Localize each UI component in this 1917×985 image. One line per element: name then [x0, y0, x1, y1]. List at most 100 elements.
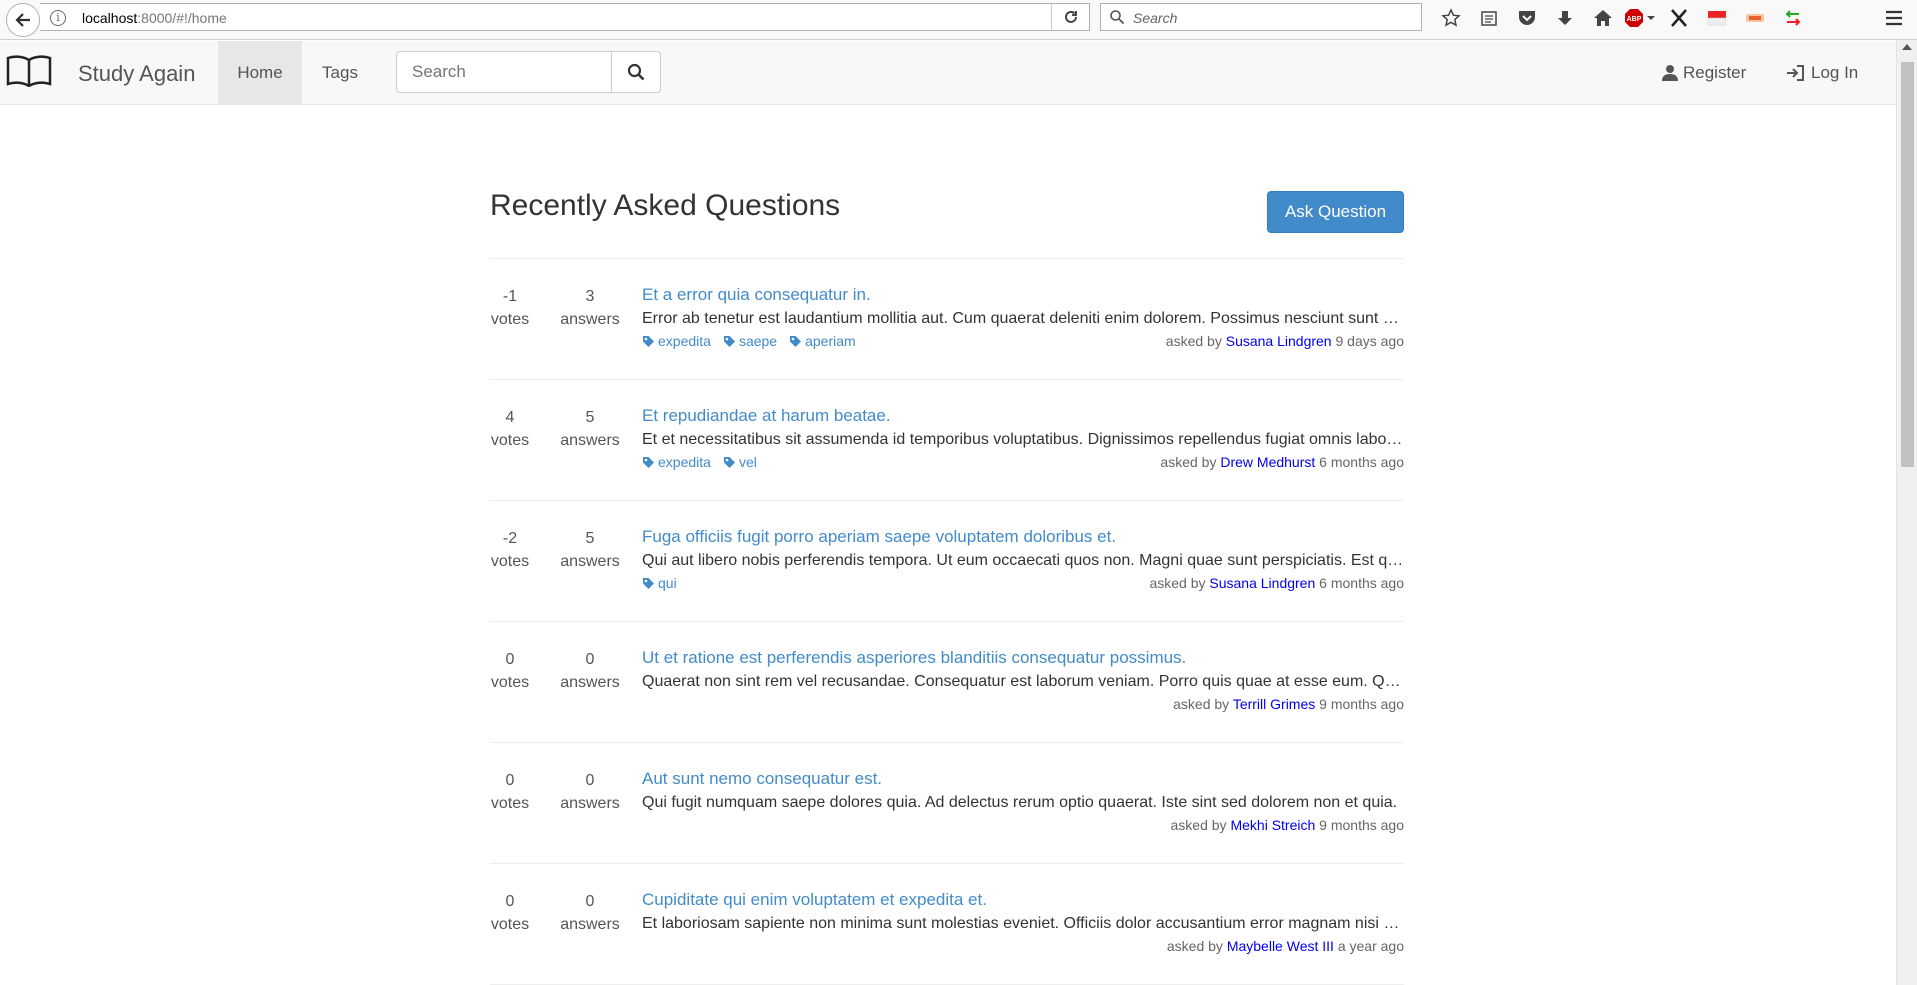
browser-search-input[interactable]: Search	[1100, 3, 1422, 31]
vertical-scrollbar[interactable]	[1896, 40, 1917, 985]
arrows-swap-icon	[1785, 10, 1801, 26]
asked-by-label: asked by	[1165, 333, 1226, 349]
star-icon	[1441, 8, 1461, 27]
answer-count: 0 answers	[550, 769, 630, 815]
browser-toolbar-icons: ABP	[1432, 4, 1812, 32]
tag-link[interactable]: expedita	[642, 333, 711, 349]
tag-icon	[643, 577, 654, 589]
tag-icon	[643, 456, 654, 468]
browser-menu-button[interactable]	[1879, 4, 1909, 32]
answer-count: 3 answers	[550, 285, 630, 331]
vote-number: 0	[505, 651, 515, 668]
asked-by-label: asked by	[1173, 696, 1233, 712]
adblock-button[interactable]: ABP	[1622, 4, 1660, 32]
asked-by: asked by Susana Lindgren 6 months ago	[1149, 575, 1404, 591]
back-button[interactable]	[6, 3, 40, 37]
question-meta: qui asked by Susana Lindgren 6 months ago	[642, 575, 1404, 595]
brand-link[interactable]: Study Again	[78, 61, 195, 87]
login-label: Log In	[1811, 62, 1859, 82]
question-excerpt: Et laboriosam sapiente non minima sunt m…	[642, 915, 1404, 932]
vote-count: 4 votes	[490, 406, 530, 452]
answer-number: 0	[585, 651, 595, 668]
nav-register[interactable]: Register	[1662, 41, 1746, 104]
tag-label: aperiam	[805, 333, 856, 349]
vote-count: 0 votes	[490, 890, 530, 936]
vote-count: -1 votes	[490, 285, 530, 331]
question-meta: expedita vel asked by Drew Medhurst 6 mont…	[642, 454, 1404, 474]
question-meta: expedita saepe aperiam asked by Susana Lind…	[642, 333, 1404, 353]
register-label: Register	[1683, 62, 1747, 82]
question-row: 0 votes 0 answers Aut sunt nemo consequatur …	[490, 743, 1404, 864]
answer-label: answers	[560, 553, 620, 570]
info-icon[interactable]: i	[50, 10, 66, 26]
tag-link[interactable]: qui	[642, 575, 677, 591]
answer-number: 0	[585, 893, 595, 910]
vote-label: votes	[490, 432, 530, 449]
download-icon	[1558, 11, 1572, 25]
tag-link[interactable]: saepe	[723, 333, 777, 349]
asked-by-label: asked by	[1170, 817, 1231, 833]
flag-icon	[1707, 11, 1727, 26]
tag-list: expedita vel	[642, 454, 757, 470]
reading-list-button[interactable]	[1470, 4, 1508, 32]
flag-extension-button[interactable]	[1698, 4, 1736, 32]
user-link[interactable]: Terrill Grimes	[1233, 696, 1315, 712]
answer-count: 5 answers	[550, 406, 630, 452]
question-row: 0 votes 0 answers Cupiditate qui enim volupt…	[490, 864, 1404, 985]
tag-link[interactable]: vel	[723, 454, 757, 470]
user-link[interactable]: Drew Medhurst	[1220, 454, 1315, 470]
answer-count: 0 answers	[550, 890, 630, 936]
scroll-thumb[interactable]	[1901, 62, 1914, 467]
asked-by-label: asked by	[1160, 454, 1221, 470]
answer-number: 5	[585, 409, 595, 426]
reload-button[interactable]	[1051, 4, 1089, 30]
user-link[interactable]: Susana Lindgren	[1226, 333, 1332, 349]
search-button[interactable]	[611, 51, 661, 93]
question-excerpt: Qui aut libero nobis perferendis tempora…	[642, 552, 1404, 569]
tag-link[interactable]: aperiam	[789, 333, 856, 349]
tag-icon	[723, 335, 735, 347]
tag-list: expedita saepe aperiam	[642, 333, 856, 349]
question-row: -2 votes 5 answers Fuga officiis fugit porro…	[490, 501, 1404, 622]
user-link[interactable]: Susana Lindgren	[1209, 575, 1315, 591]
extension-button[interactable]	[1736, 4, 1774, 32]
extension-icon	[1746, 14, 1764, 22]
tag-icon	[643, 335, 654, 347]
ask-question-button[interactable]: Ask Question	[1267, 191, 1404, 233]
vote-label: votes	[490, 795, 530, 812]
pocket-button[interactable]	[1508, 4, 1546, 32]
downloads-button[interactable]	[1546, 4, 1584, 32]
nav-login[interactable]: Log In	[1786, 41, 1858, 104]
question-excerpt: Quaerat non sint rem vel recusandae. Con…	[642, 673, 1404, 690]
x-extension-button[interactable]	[1660, 4, 1698, 32]
vote-number: -2	[502, 530, 518, 547]
tag-icon	[723, 456, 735, 468]
question-title-link[interactable]: Fuga officiis fugit porro aperiam saepe …	[642, 527, 1116, 547]
user-link[interactable]: Mekhi Streich	[1230, 817, 1315, 833]
question-title-link[interactable]: Aut sunt nemo consequatur est.	[642, 769, 882, 789]
user-link[interactable]: Maybelle West III	[1227, 938, 1334, 954]
home-button[interactable]	[1584, 4, 1622, 32]
bookmark-star-button[interactable]	[1432, 4, 1470, 32]
question-title-link[interactable]: Cupiditate qui enim voluptatem et expedi…	[642, 890, 987, 910]
asked-by: asked by Drew Medhurst 6 months ago	[1160, 454, 1404, 470]
nav-home[interactable]: Home	[218, 41, 302, 104]
browser-toolbar: i localhost:8000/#!/home Search ABP	[0, 0, 1917, 40]
sync-extension-button[interactable]	[1774, 4, 1812, 32]
nav-tags[interactable]: Tags	[302, 41, 378, 104]
question-title-link[interactable]: Ut et ratione est perferendis asperiores…	[642, 648, 1186, 668]
tag-label: expedita	[658, 333, 711, 349]
search-input[interactable]	[396, 51, 612, 93]
clipboard-icon	[1481, 11, 1497, 26]
question-title-link[interactable]: Et a error quia consequatur in.	[642, 285, 871, 305]
address-bar[interactable]: i localhost:8000/#!/home	[40, 3, 1090, 31]
asked-time: 6 months ago	[1315, 575, 1404, 591]
answer-number: 5	[585, 530, 595, 547]
tag-icon	[790, 335, 802, 347]
question-title-link[interactable]: Et repudiandae at harum beatae.	[642, 406, 891, 426]
scroll-up-arrow-icon[interactable]	[1902, 44, 1912, 50]
book-icon[interactable]	[6, 55, 52, 87]
answer-label: answers	[560, 795, 620, 812]
vote-number: -1	[502, 288, 518, 305]
tag-link[interactable]: expedita	[642, 454, 711, 470]
